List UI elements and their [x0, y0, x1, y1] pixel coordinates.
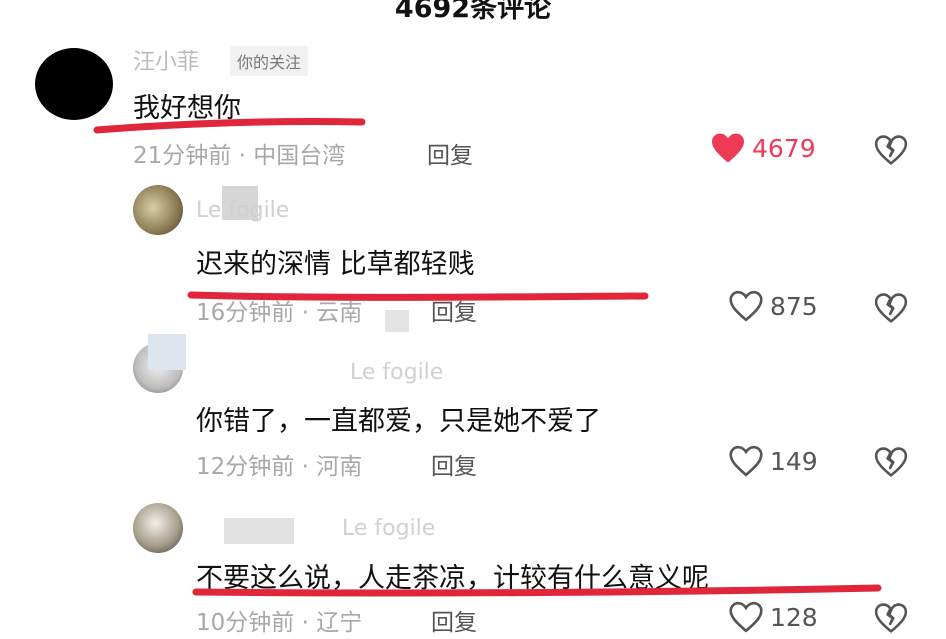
comment-meta: 16分钟前 · 云南 [196, 300, 363, 326]
author-name[interactable]: Le fogile [196, 198, 289, 223]
redacted-area [224, 518, 294, 544]
broken-heart-icon[interactable] [874, 446, 908, 478]
reply-button[interactable]: 回复 [427, 136, 473, 170]
broken-heart-icon[interactable] [874, 292, 908, 324]
comment-text: 迟来的深情 比草都轻贱 [196, 249, 475, 280]
heart-icon [729, 290, 763, 322]
reply-button[interactable]: 回复 [431, 447, 477, 481]
author-name[interactable]: Le fogile [342, 516, 435, 541]
avatar[interactable] [35, 48, 113, 120]
like-button[interactable]: 149 [728, 445, 818, 477]
like-button[interactable]: 4679 [710, 132, 816, 164]
broken-heart-icon[interactable] [874, 134, 908, 166]
like-button[interactable]: 128 [728, 601, 818, 633]
like-count: 149 [770, 446, 818, 476]
comment-text: 你错了，一直都爱，只是她不爱了 [196, 406, 601, 437]
following-badge: 你的关注 [230, 46, 309, 76]
author-name[interactable]: Le fogile [350, 360, 443, 385]
comment-item: 汪小菲 你的关注 我好想你 21分钟前 · 中国台湾 回复 4679 [0, 0, 946, 180]
comment-meta: 21分钟前 · 中国台湾 [133, 143, 346, 169]
heart-icon [729, 601, 763, 633]
heart-icon [729, 445, 763, 477]
like-count: 4679 [752, 133, 816, 163]
like-button[interactable]: 875 [728, 290, 818, 322]
comment-meta: 10分钟前 · 辽宁 [196, 610, 363, 636]
comment-meta: 12分钟前 · 河南 [196, 454, 363, 480]
like-count: 128 [770, 602, 818, 632]
broken-heart-icon[interactable] [874, 602, 908, 634]
heart-icon [712, 133, 744, 163]
author-name[interactable]: 汪小菲 [133, 44, 199, 76]
avatar[interactable] [133, 503, 183, 553]
like-count: 875 [770, 291, 818, 321]
redacted-area [385, 310, 409, 332]
redacted-area [148, 334, 186, 370]
avatar[interactable] [133, 185, 183, 235]
reply-button[interactable]: 回复 [431, 293, 477, 327]
reply-button[interactable]: 回复 [431, 603, 477, 637]
